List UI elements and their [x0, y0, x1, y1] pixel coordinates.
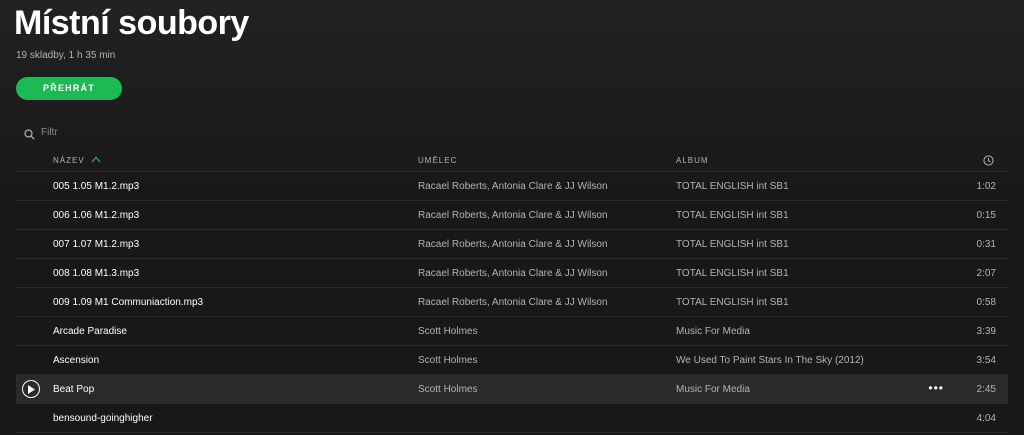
table-row[interactable]: 009 1.09 M1 Communiaction.mp3 Racael Robe… — [16, 288, 1008, 317]
track-duration: 2:07 — [976, 268, 996, 279]
track-album[interactable]: TOTAL ENGLISH int SB1 — [676, 172, 926, 201]
table-row[interactable]: 007 1.07 M1.2.mp3 Racael Roberts, Antonia… — [16, 230, 1008, 259]
track-artist[interactable]: Racael Roberts, Antonia Clare & JJ Wilso… — [418, 288, 668, 317]
track-duration: 0:58 — [976, 297, 996, 308]
table-row[interactable]: 006 1.06 M1.2.mp3 Racael Roberts, Antonia… — [16, 201, 1008, 230]
column-header-album[interactable]: ALBUM — [676, 150, 926, 172]
track-artist[interactable]: Racael Roberts, Antonia Clare & JJ Wilso… — [418, 172, 668, 201]
track-album[interactable]: Music For Media — [676, 375, 926, 404]
track-artist[interactable]: Scott Holmes — [418, 346, 668, 375]
track-album[interactable]: TOTAL ENGLISH int SB1 — [676, 288, 926, 317]
track-duration: 0:15 — [976, 210, 996, 221]
track-title: 005 1.05 M1.2.mp3 — [53, 181, 140, 192]
table-header: NÁZEV UMĚLEC ALBUM — [16, 150, 1008, 172]
track-album[interactable]: TOTAL ENGLISH int SB1 — [676, 230, 926, 259]
track-list: 005 1.05 M1.2.mp3 Racael Roberts, Antonia… — [16, 172, 1008, 433]
sort-ascending-icon — [91, 150, 101, 163]
search-icon — [24, 127, 35, 140]
play-button[interactable]: PŘEHRÁT — [16, 77, 122, 100]
track-album[interactable]: TOTAL ENGLISH int SB1 — [676, 259, 926, 288]
track-duration: 3:39 — [976, 326, 996, 337]
track-album[interactable]: Music For Media — [676, 317, 926, 346]
clock-icon[interactable] — [983, 155, 994, 166]
track-summary: 19 skladby, 1 h 35 min — [16, 50, 116, 61]
track-title: 007 1.07 M1.2.mp3 — [53, 239, 140, 250]
track-artist[interactable]: Racael Roberts, Antonia Clare & JJ Wilso… — [418, 201, 668, 230]
local-files-page: Místní soubory 19 skladby, 1 h 35 min PŘ… — [0, 0, 1024, 435]
track-artist[interactable]: Scott Holmes — [418, 375, 668, 404]
track-title: Ascension — [53, 355, 100, 366]
table-row[interactable]: Arcade Paradise Scott Holmes Music For Med… — [16, 317, 1008, 346]
column-header-title[interactable]: NÁZEV — [53, 150, 413, 172]
track-table: NÁZEV UMĚLEC ALBUM 005 1.05 M1.2.mp3 Raca… — [16, 150, 1008, 433]
track-title: 009 1.09 M1 Communiaction.mp3 — [53, 297, 204, 308]
track-artist[interactable]: Scott Holmes — [418, 317, 668, 346]
track-duration: 3:54 — [976, 355, 996, 366]
column-header-title-label: NÁZEV — [53, 156, 85, 165]
track-duration: 2:45 — [976, 384, 996, 395]
column-header-artist[interactable]: UMĚLEC — [418, 150, 668, 172]
table-row[interactable]: 005 1.05 M1.2.mp3 Racael Roberts, Antonia… — [16, 172, 1008, 201]
page-title: Místní soubory — [14, 4, 249, 42]
play-track-icon[interactable] — [22, 380, 40, 398]
track-title: bensound-goinghigher — [53, 413, 153, 424]
table-row[interactable]: Ascension Scott Holmes We Used To Paint St… — [16, 346, 1008, 375]
track-title: 008 1.08 M1.3.mp3 — [53, 268, 140, 279]
table-row[interactable]: bensound-goinghigher 4:04 — [16, 404, 1008, 433]
track-artist[interactable]: Racael Roberts, Antonia Clare & JJ Wilso… — [418, 230, 668, 259]
track-title: 006 1.06 M1.2.mp3 — [53, 210, 140, 221]
track-title: Beat Pop — [53, 384, 95, 395]
track-album[interactable]: We Used To Paint Stars In The Sky (2012) — [676, 346, 926, 375]
track-duration: 4:04 — [976, 413, 996, 424]
table-row[interactable]: 008 1.08 M1.3.mp3 Racael Roberts, Antonia… — [16, 259, 1008, 288]
track-title: Arcade Paradise — [53, 326, 127, 337]
track-duration: 1:02 — [976, 181, 996, 192]
track-artist[interactable]: Racael Roberts, Antonia Clare & JJ Wilso… — [418, 259, 668, 288]
filter-bar — [24, 124, 201, 140]
filter-input[interactable] — [41, 126, 201, 138]
track-duration: 0:31 — [976, 239, 996, 250]
track-album[interactable]: TOTAL ENGLISH int SB1 — [676, 201, 926, 230]
table-row[interactable]: Beat Pop Scott Holmes Music For Media ••• 2:… — [16, 375, 1008, 404]
